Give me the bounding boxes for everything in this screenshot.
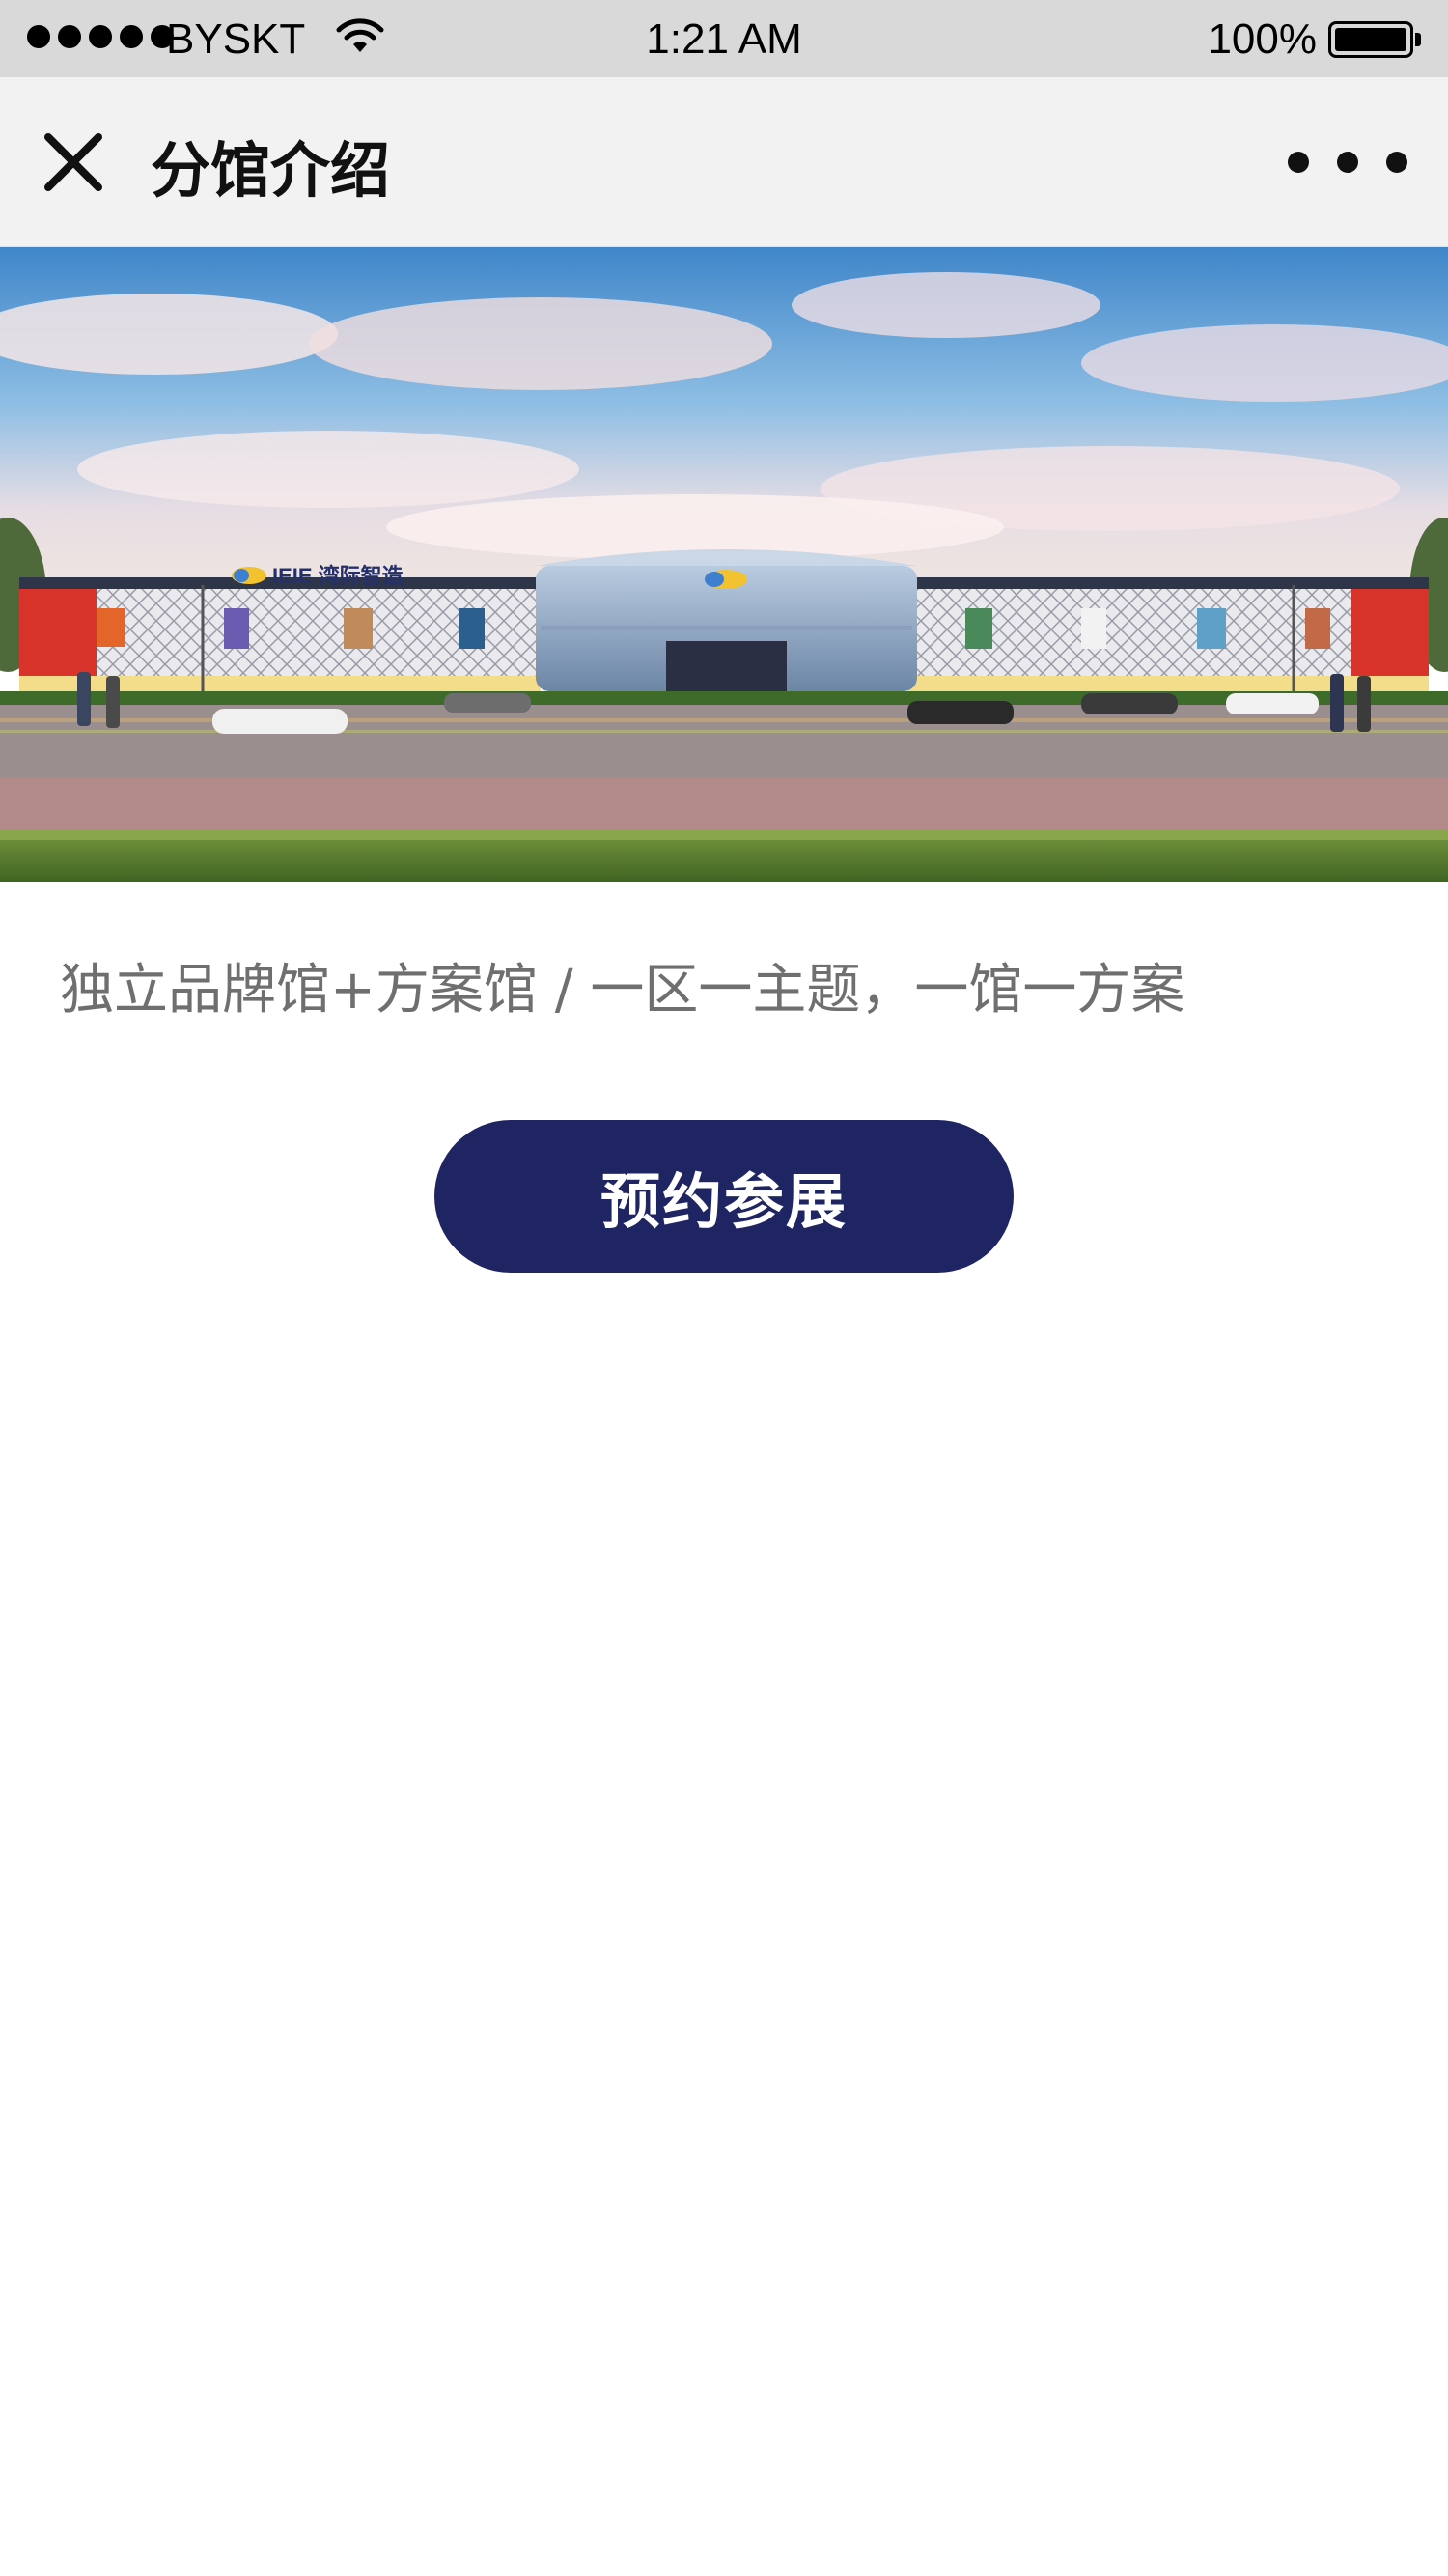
more-options-button[interactable] [1280, 141, 1415, 183]
close-button[interactable] [35, 124, 112, 201]
svg-text:IEIE 湾际智造: IEIE 湾际智造 [272, 564, 404, 588]
hall-tagline: 独立品牌馆+方案馆 / 一区一主题，一馆一方案 [60, 959, 1185, 1022]
navigation-bar: 分馆介绍 [0, 77, 1448, 247]
exhibition-hall-illustration: IEIE 湾际智造 [0, 247, 1448, 882]
book-exhibition-button[interactable]: 预约参展 [434, 1120, 1014, 1273]
battery-icon [1328, 21, 1421, 58]
status-bar: BYSKT 1:21 AM 100% [0, 0, 1448, 77]
exhibition-hall-image: IEIE 湾际智造 [0, 247, 1448, 882]
page-title: 分馆介绍 [151, 135, 391, 206]
battery-percentage: 100% [1208, 15, 1317, 63]
more-icon [1288, 152, 1309, 173]
close-icon [44, 133, 102, 191]
